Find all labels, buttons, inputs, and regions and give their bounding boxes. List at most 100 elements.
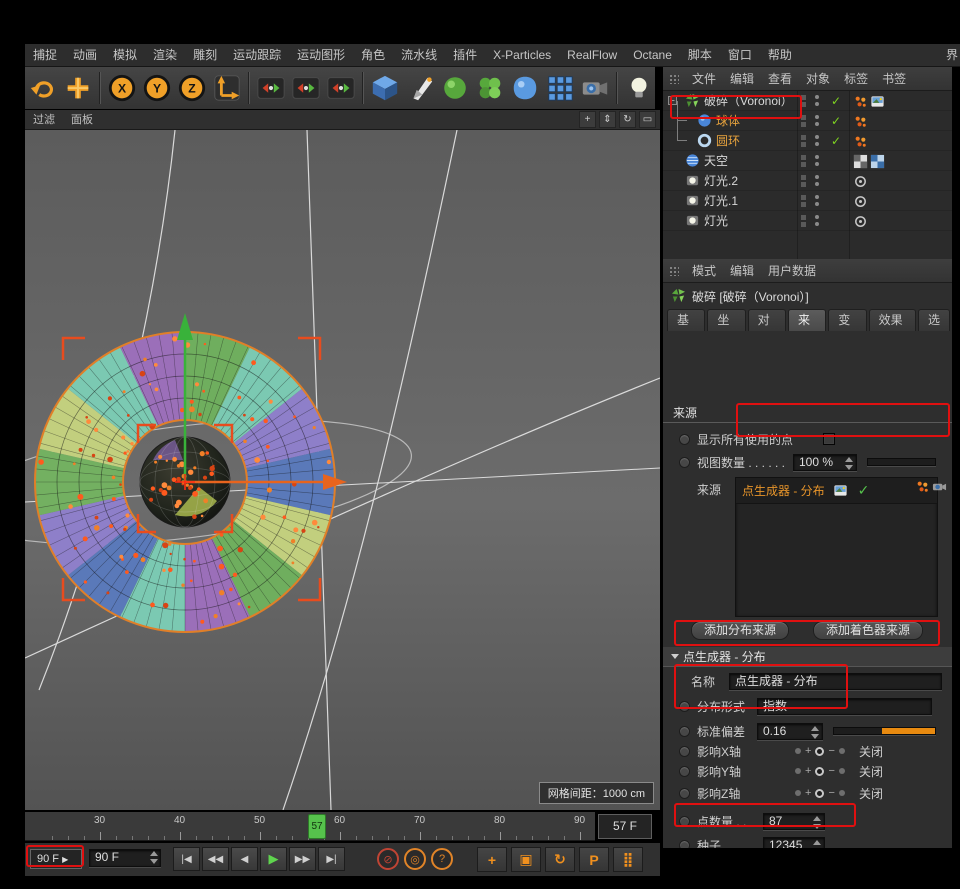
tab-效果器[interactable]: 效果器 — [869, 309, 916, 331]
photo-tag-icon[interactable] — [870, 94, 884, 108]
affect-x-toggle[interactable]: +− — [795, 745, 845, 757]
enabled-check-icon[interactable]: ✓ — [831, 134, 845, 148]
source-list-item[interactable]: 点生成器 - 分布 ✓ — [736, 478, 937, 504]
generator-sphere-icon[interactable] — [439, 70, 471, 106]
section-heading-generator[interactable]: 点生成器 - 分布 — [663, 647, 952, 667]
particles-tag-icon[interactable] — [853, 114, 867, 128]
layer-squares-icon[interactable] — [801, 215, 806, 227]
layer-squares-icon[interactable] — [801, 135, 806, 147]
spinner-arrows-icon[interactable] — [813, 816, 822, 829]
cube-primitive-icon[interactable] — [369, 70, 401, 106]
menu-item-Octane[interactable]: Octane — [625, 44, 680, 67]
affect-z-toggle[interactable]: +− — [795, 787, 845, 799]
visibility-dots-icon[interactable] — [815, 155, 819, 166]
object-row-sphere[interactable]: 球体✓ — [663, 111, 952, 131]
object-row-voronoi-fracture[interactable]: −破碎（Voronoi）✓ — [663, 91, 952, 111]
record-keyframe-icon[interactable] — [255, 70, 287, 106]
ringTag-tag-icon[interactable] — [853, 174, 867, 188]
tab-变换[interactable]: 变换 — [828, 309, 866, 331]
tab-对象[interactable]: 对象 — [748, 309, 786, 331]
am-menu-编辑[interactable]: 编辑 — [723, 264, 761, 278]
om-menu-标签[interactable]: 标签 — [837, 72, 875, 86]
object-row-light[interactable]: 灯光 — [663, 211, 952, 231]
deformer-blob-icon[interactable] — [509, 70, 541, 106]
visibility-dots-icon[interactable] — [815, 95, 819, 106]
play-button[interactable]: ▶ — [260, 847, 287, 871]
tab-选[interactable]: 选 — [918, 309, 950, 331]
menu-item-渲染[interactable]: 渲染 — [145, 44, 185, 67]
rotate-tool-button[interactable]: ↻ — [545, 847, 575, 872]
particles-tag-icon[interactable] — [853, 94, 867, 108]
scale-tool-button[interactable]: ▣ — [511, 847, 541, 872]
distribution-dropdown[interactable]: 指数 — [757, 698, 932, 715]
menu-item-插件[interactable]: 插件 — [445, 44, 485, 67]
menu-item-帮助[interactable]: 帮助 — [760, 44, 800, 67]
viewport-3d[interactable]: 网格间距：1000 cm — [25, 130, 660, 810]
spinner-arrows-icon[interactable] — [811, 726, 820, 739]
visibility-dots-icon[interactable] — [815, 175, 819, 186]
affect-y-toggle[interactable]: +− — [795, 765, 845, 777]
std-dev-slider[interactable] — [833, 727, 936, 735]
viewport-menu-面板[interactable]: 面板 — [63, 110, 101, 130]
visibility-dots-icon[interactable] — [815, 115, 819, 126]
am-menu-用户数据[interactable]: 用户数据 — [761, 264, 823, 278]
om-menu-对象[interactable]: 对象 — [799, 72, 837, 86]
checkerBlue-tag-icon[interactable] — [870, 154, 884, 168]
goto-end-button[interactable]: ▶| — [318, 847, 345, 871]
layer-squares-icon[interactable] — [801, 195, 806, 207]
lock-x-icon[interactable]: X — [106, 70, 138, 106]
enable-dot[interactable] — [679, 434, 690, 445]
menu-item-模拟[interactable]: 模拟 — [105, 44, 145, 67]
zoom-view-icon[interactable]: ⇕ — [599, 111, 616, 128]
record-position-icon[interactable] — [290, 70, 322, 106]
lock-y-icon[interactable]: Y — [141, 70, 173, 106]
source-listbox[interactable]: 点生成器 - 分布 ✓ — [735, 477, 938, 617]
menu-item-流水线[interactable]: 流水线 — [393, 44, 445, 67]
light-bulb-icon[interactable] — [623, 70, 655, 106]
add-distribution-button[interactable]: 添加分布来源 — [691, 621, 789, 640]
tab-坐标[interactable]: 坐标 — [707, 309, 745, 331]
current-frame-field[interactable]: 57 F — [598, 814, 652, 839]
playhead[interactable]: 57 — [308, 814, 326, 839]
timeline-ruler[interactable]: 3040506070809057 — [25, 812, 595, 841]
show-all-points-checkbox[interactable] — [823, 433, 835, 445]
point-count-field[interactable]: 87 — [763, 813, 825, 830]
next-frame-button[interactable]: ▶▶ — [289, 847, 316, 871]
visibility-dots-icon[interactable] — [815, 135, 819, 146]
object-row-sky[interactable]: 天空 — [663, 151, 952, 171]
end-frame-stepper[interactable]: 90 F — [89, 849, 161, 869]
object-row-torus[interactable]: 圆环✓ — [663, 131, 952, 151]
menu-item-雕刻[interactable]: 雕刻 — [185, 44, 225, 67]
view-count-slider[interactable] — [867, 458, 936, 466]
visibility-dots-icon[interactable] — [815, 215, 819, 226]
prev-key-button[interactable]: ◀◀ — [202, 847, 229, 871]
std-dev-field[interactable]: 0.16 — [757, 723, 823, 740]
layer-squares-icon[interactable] — [801, 155, 806, 167]
grid-menu-button[interactable]: ⣿ — [613, 847, 643, 872]
menu-item-窗口[interactable]: 窗口 — [720, 44, 760, 67]
object-row-light-1[interactable]: 灯光.1 — [663, 191, 952, 211]
om-menu-文件[interactable]: 文件 — [685, 72, 723, 86]
am-menu-模式[interactable]: 模式 — [685, 264, 723, 278]
ringTag-tag-icon[interactable] — [853, 194, 867, 208]
visibility-dots-icon[interactable] — [815, 195, 819, 206]
array-grid-icon[interactable] — [544, 70, 576, 106]
menu-item-X-Particles[interactable]: X-Particles — [485, 44, 559, 67]
ringTag-tag-icon[interactable] — [853, 214, 867, 228]
spline-pen-icon[interactable] — [404, 70, 436, 106]
layer-squares-icon[interactable] — [801, 95, 806, 107]
enable-dot[interactable] — [679, 726, 690, 737]
enabled-check-icon[interactable]: ✓ — [831, 114, 845, 128]
enable-dot[interactable] — [679, 457, 690, 468]
pan-view-icon[interactable]: + — [579, 111, 596, 128]
layer-squares-icon[interactable] — [801, 115, 806, 127]
parent-tool-button[interactable]: P — [579, 847, 609, 872]
range-end-box[interactable]: 90 F ▶ — [30, 849, 82, 869]
record-button[interactable]: ⊘ — [377, 848, 399, 870]
add-shader-button[interactable]: 添加着色器来源 — [813, 621, 923, 640]
spinner-arrows-icon[interactable] — [845, 457, 854, 470]
enable-dot[interactable] — [679, 701, 690, 712]
enable-dot[interactable] — [679, 766, 690, 777]
tab-基本[interactable]: 基本 — [667, 309, 705, 331]
expand-toggle-icon[interactable]: − — [668, 96, 677, 105]
